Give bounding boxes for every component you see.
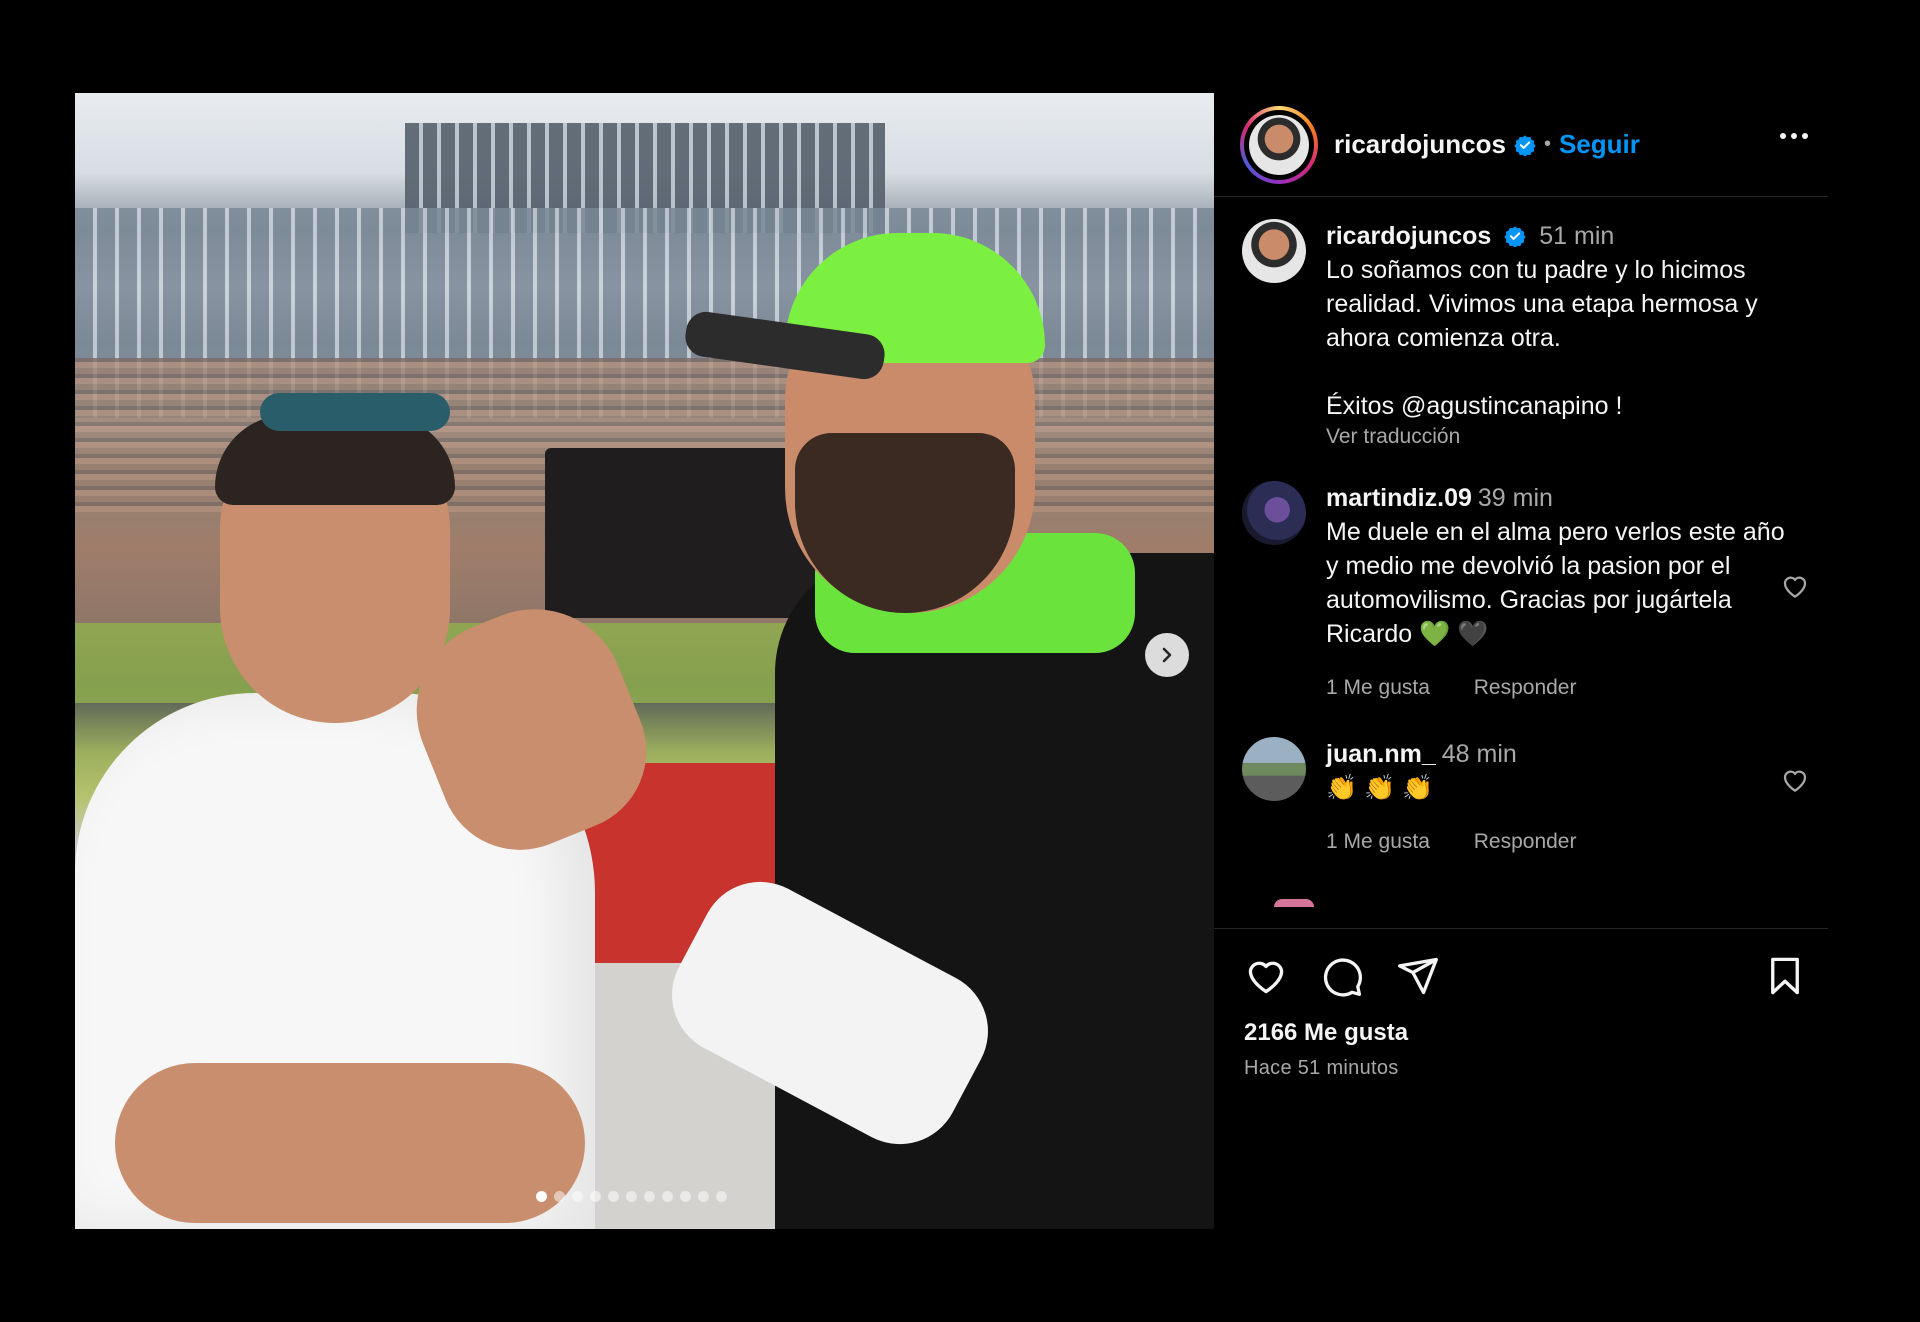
caption-text-mention: Éxitos @agustincanapino ! <box>1326 392 1623 420</box>
more-options-button[interactable] <box>1780 133 1808 139</box>
post-photo[interactable] <box>75 93 1214 1229</box>
carousel-dot <box>554 1191 565 1202</box>
see-translation-link[interactable]: Ver traducción <box>1326 423 1786 451</box>
carousel-next-button[interactable] <box>1145 633 1189 677</box>
carousel-dot <box>662 1191 673 1202</box>
post-modal: ricardojuncos • Seguir ricardojuncos 51 … <box>75 93 1846 1229</box>
carousel-dot <box>698 1191 709 1202</box>
carousel-dot <box>536 1191 547 1202</box>
carousel-dot <box>716 1191 727 1202</box>
likes-count[interactable]: 2166 Me gusta <box>1244 1019 1408 1047</box>
reply-button[interactable]: Responder <box>1474 830 1577 853</box>
author-avatar-ring[interactable] <box>1240 105 1318 184</box>
comment-username[interactable]: martindiz.09 <box>1326 484 1472 512</box>
photo-person-right <box>650 233 1214 1229</box>
comment-time: 39 min <box>1477 484 1553 512</box>
caption-username[interactable]: ricardojuncos <box>1326 222 1491 250</box>
avatar[interactable] <box>1242 219 1306 283</box>
caption-time: 51 min <box>1539 222 1615 250</box>
heart-icon[interactable] <box>1780 571 1810 601</box>
caption-text: Lo soñamos con tu padre y lo hicimos rea… <box>1326 256 1758 352</box>
verified-badge-icon <box>1504 226 1526 248</box>
comment-time: 48 min <box>1441 740 1517 768</box>
comment-likes[interactable]: 1 Me gusta <box>1326 830 1430 853</box>
comment-likes[interactable]: 1 Me gusta <box>1326 676 1430 699</box>
reply-button[interactable]: Responder <box>1474 676 1577 699</box>
comment-username[interactable]: juan.nm_ <box>1326 740 1436 768</box>
avatar <box>1249 114 1309 175</box>
author-username[interactable]: ricardojuncos <box>1334 129 1506 160</box>
avatar[interactable] <box>1242 737 1306 801</box>
caption-row: ricardojuncos 51 min Lo soñamos con tu p… <box>1214 219 1828 451</box>
share-icon[interactable] <box>1396 954 1440 998</box>
post-header: ricardojuncos • Seguir <box>1214 93 1828 197</box>
next-comment-avatar-partial <box>1274 899 1314 907</box>
post-actions: 2166 Me gusta Hace 51 minutos <box>1214 928 1828 1129</box>
chevron-right-icon <box>1162 647 1172 663</box>
carousel-indicator <box>536 1191 727 1202</box>
heart-icon[interactable] <box>1244 954 1288 998</box>
comment-item: martindiz.09 39 min Me duele en el alma p… <box>1214 481 1828 705</box>
carousel-dot <box>644 1191 655 1202</box>
post-timestamp: Hace 51 minutos <box>1244 1057 1399 1079</box>
carousel-dot <box>626 1191 637 1202</box>
bookmark-icon[interactable] <box>1764 954 1806 998</box>
comment-item: juan.nm_ 48 min 👏 👏 👏 1 Me gusta Responde… <box>1214 737 1828 859</box>
comment-text: 👏 👏 👏 <box>1326 774 1434 802</box>
post-side-panel: ricardojuncos • Seguir ricardojuncos 51 … <box>1214 93 1846 1229</box>
avatar[interactable] <box>1242 481 1306 545</box>
carousel-dot <box>680 1191 691 1202</box>
carousel-dot <box>608 1191 619 1202</box>
verified-badge-icon <box>1514 134 1536 156</box>
comments-list[interactable]: ricardojuncos 51 min Lo soñamos con tu p… <box>1214 197 1828 928</box>
follow-button[interactable]: Seguir <box>1559 129 1640 160</box>
heart-icon[interactable] <box>1780 765 1810 795</box>
carousel-dot <box>590 1191 601 1202</box>
header-separator: • <box>1543 133 1551 155</box>
comment-icon[interactable] <box>1320 954 1364 998</box>
comment-text: Me duele en el alma pero verlos este año… <box>1326 518 1785 648</box>
carousel-dot <box>572 1191 583 1202</box>
